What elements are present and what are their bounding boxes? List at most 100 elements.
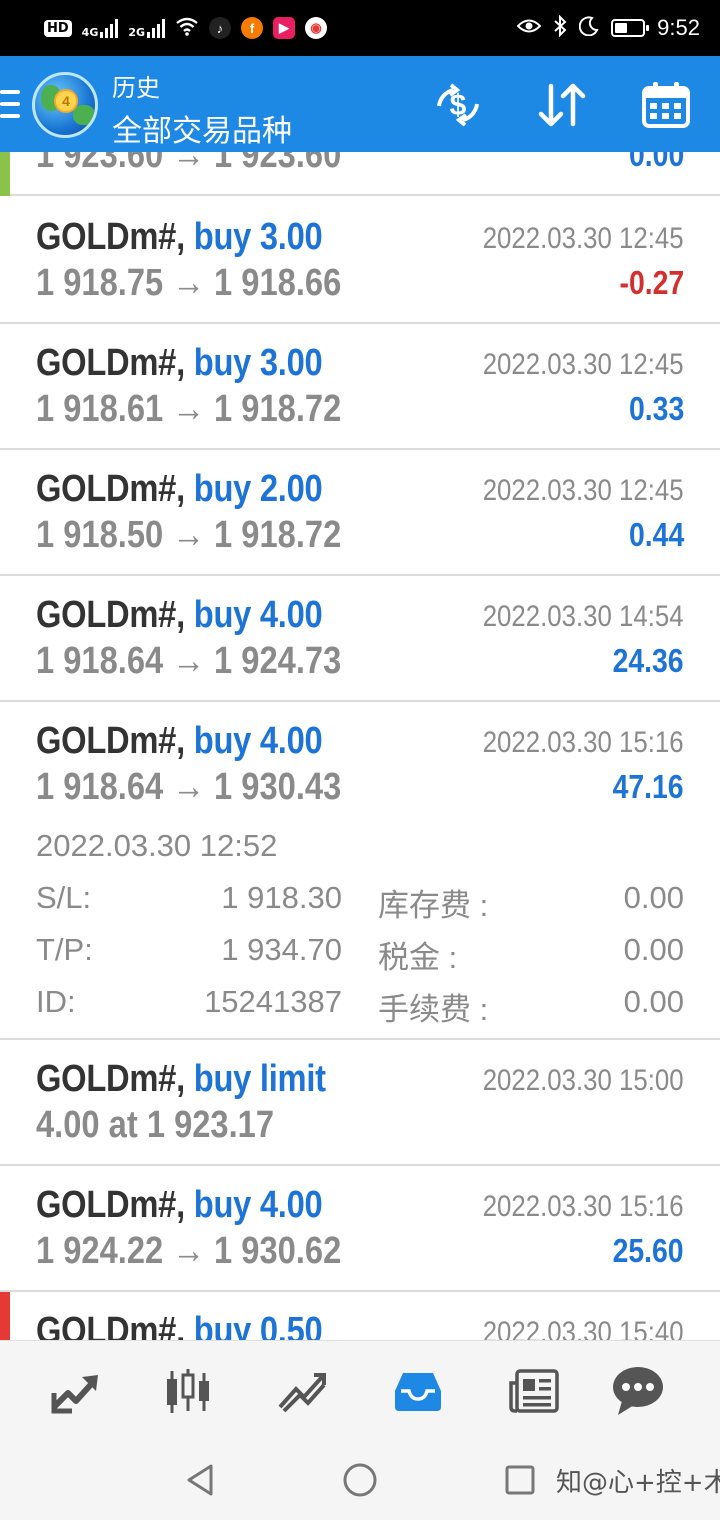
candlestick-chart-icon [167,1369,209,1413]
open-time: 2022.03.30 12:52 [36,828,278,863]
chart-line-icon [278,1373,326,1413]
recents-button[interactable] [500,1460,540,1500]
moon-icon [578,15,599,41]
trade-time: 2022.03.30 15:16 [483,726,684,759]
list-item[interactable]: GOLDm#, buy limit 2022.03.30 15:00 4.00 … [0,1040,720,1166]
weibo-icon: ◉ [305,17,328,39]
trade-time: 2022.03.30 15:40 [483,1316,684,1340]
status-bar: HD 4G 2G ♪ f ▶ ◉ 9:52 [0,0,720,56]
menu-icon[interactable] [0,90,20,118]
nav-quotes[interactable] [156,1359,220,1423]
fee-label: 手续费 : [378,992,489,1027]
trade-time: 2022.03.30 15:16 [483,1190,684,1223]
tp-value: 1 934.70 [221,932,342,967]
trade-title: GOLDm#, buy 4.00 [36,1184,323,1227]
list-item[interactable]: 1 923.60 → 1 923.60 0.00 [0,152,720,196]
trade-title: GOLDm#, buy 3.00 [36,342,323,385]
trade-price: 1 918.61 → 1 918.72 [36,388,342,430]
trade-title: GOLDm#, buy 4.00 [36,720,323,763]
nav-chat[interactable] [606,1359,670,1423]
list-item[interactable]: GOLDm#, buy 3.00 2022.03.30 12:45 1 918.… [0,198,720,324]
watermark: 知@心+控+术 [556,1468,720,1498]
calendar-icon [642,82,690,128]
trade-price: 1 918.50 → 1 918.72 [36,514,342,556]
back-button[interactable] [180,1460,220,1500]
order-time: 2022.03.30 15:00 [483,1064,684,1097]
expanded-list-item[interactable]: GOLDm#, buy 4.00 2022.03.30 15:16 1 918.… [0,702,720,1040]
hd-icon: HD [44,19,72,37]
home-button[interactable] [340,1460,380,1500]
app-icon: f [241,17,264,39]
logo-coin-icon: 4 [54,89,78,113]
sort-icon [538,83,586,127]
trade-icon [51,1375,98,1414]
sl-value: 1 918.30 [221,880,342,915]
trade-time: 2022.03.30 12:45 [483,222,684,255]
wifi-icon [175,16,199,41]
bottom-navigation [0,1340,720,1440]
trade-price: 1 918.64 → 1 930.43 [36,766,342,808]
calendar-button[interactable] [636,78,696,132]
history-list[interactable]: 1 923.60 → 1 923.60 0.00 GOLDm#, buy 3.0… [0,152,720,1340]
trade-time: 2022.03.30 12:45 [483,474,684,507]
sl-label: S/L: [36,880,92,915]
status-right-icons: 9:52 [516,12,700,44]
trade-price: 1 918.75 → 1 918.66 [36,262,342,304]
trade-time: 2022.03.30 14:54 [483,600,684,633]
list-item[interactable]: GOLDm#, buy 3.00 2022.03.30 12:45 1 918.… [0,324,720,450]
system-navigation: 知@心+控+术 [0,1440,720,1520]
metatrader-logo[interactable]: 4 [32,72,98,138]
trade-title: GOLDm#, buy 3.00 [36,216,323,259]
trade-action: buy 4.00 [193,1184,323,1226]
chat-icon [613,1367,663,1415]
trade-price: 1 923.60 → 1 923.60 [36,152,342,176]
order-symbol: GOLDm#, [36,1058,185,1100]
tp-label: T/P: [36,932,93,967]
trade-title: GOLDm#, buy 0.50 [36,1310,323,1340]
status-stripe [0,152,10,196]
trade-profit: 25.60 [612,1232,684,1269]
status-left-icons: HD 4G 2G ♪ f ▶ ◉ [44,14,328,42]
tax-value: 0.00 [623,932,684,967]
trade-action: buy 2.00 [193,468,323,510]
news-icon [509,1369,559,1413]
currency-exchange-button[interactable]: $ [428,78,488,132]
nav-trade[interactable] [42,1359,106,1423]
trade-price: 1 924.22 → 1 930.62 [36,1230,342,1272]
trade-price: 1 918.64 → 1 924.73 [36,640,342,682]
status-stripe [0,1292,10,1340]
list-item[interactable]: GOLDm#, buy 4.00 2022.03.30 14:54 1 918.… [0,576,720,702]
video-app-icon: ▶ [273,17,296,39]
nav-news[interactable] [502,1359,566,1423]
list-item[interactable]: GOLDm#, buy 0.50 2022.03.30 15:40 [0,1292,720,1340]
swap-value: 0.00 [623,880,684,915]
symbol-filter-title[interactable]: 全部交易品种 [112,106,292,150]
fee-value: 0.00 [623,984,684,1019]
id-value: 15241387 [204,984,342,1019]
trade-title: GOLDm#, buy 4.00 [36,594,323,637]
list-item[interactable]: GOLDm#, buy 2.00 2022.03.30 12:45 1 918.… [0,450,720,576]
trade-symbol: GOLDm#, [36,1310,185,1340]
trade-action: buy 3.00 [193,216,323,258]
recents-icon [505,1465,535,1495]
trade-symbol: GOLDm#, [36,720,185,762]
order-title: GOLDm#, buy limit [36,1058,326,1101]
back-icon [187,1464,213,1496]
signal-icon: 4G [82,18,119,38]
trade-title: GOLDm#, buy 2.00 [36,468,323,511]
list-item[interactable]: GOLDm#, buy 4.00 2022.03.30 15:16 1 924.… [0,1166,720,1292]
nav-history[interactable] [386,1359,450,1423]
trade-action: buy 4.00 [193,594,323,636]
nav-chart[interactable] [270,1359,334,1423]
trade-symbol: GOLDm#, [36,342,185,384]
trade-action: buy 3.00 [193,342,323,384]
trade-profit: 0.33 [628,390,684,427]
trade-profit: 24.36 [612,642,684,679]
tax-label: 税金 : [378,940,458,975]
battery-icon [611,19,650,37]
bluetooth-icon [553,14,567,42]
eye-icon [516,18,542,39]
trade-profit: 47.16 [612,768,684,805]
sort-button[interactable] [532,78,592,132]
trade-time: 2022.03.30 12:45 [483,348,684,381]
